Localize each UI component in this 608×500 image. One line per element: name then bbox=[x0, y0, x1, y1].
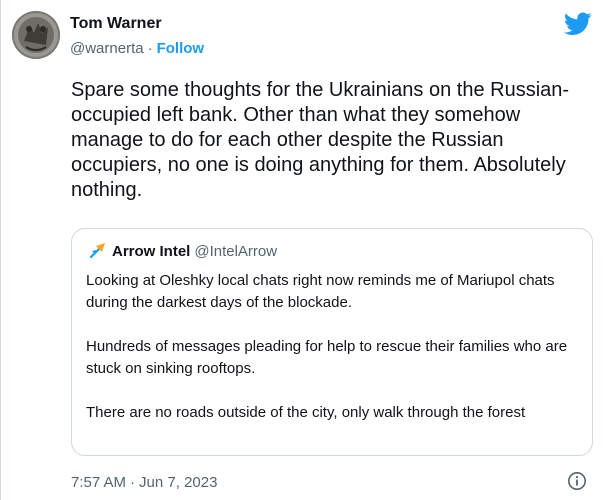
avatar[interactable] bbox=[12, 11, 60, 59]
quoted-author-handle[interactable]: @IntelArrow bbox=[194, 243, 277, 260]
author-handle[interactable]: @warnerta bbox=[70, 40, 144, 57]
follow-button[interactable]: Follow bbox=[157, 40, 205, 57]
quoted-tweet-text: Looking at Oleshky local chats right now… bbox=[86, 270, 576, 424]
left-border bbox=[0, 0, 1, 500]
twitter-bird-icon[interactable] bbox=[564, 12, 592, 36]
quoted-tweet-card[interactable]: Arrow Intel @IntelArrow Looking at Oleshk… bbox=[71, 228, 593, 456]
tweet-date: Jun 7, 2023 bbox=[139, 474, 218, 491]
quoted-paragraph: Hundreds of messages pleading for help t… bbox=[86, 338, 568, 377]
quoted-tweet-header: Arrow Intel @IntelArrow bbox=[90, 242, 277, 260]
handle-row: @warnerta · Follow bbox=[70, 40, 204, 57]
author-name[interactable]: Tom Warner bbox=[70, 15, 162, 33]
timestamp-separator: · bbox=[130, 474, 136, 491]
info-icon[interactable] bbox=[567, 471, 587, 491]
tweet-text: Spare some thoughts for the Ukrainians o… bbox=[71, 79, 570, 201]
tweet-time: 7:57 AM bbox=[71, 474, 127, 491]
quoted-paragraph: There are no roads outside of the city, … bbox=[86, 404, 526, 421]
quoted-paragraph: Looking at Oleshky local chats right now… bbox=[86, 272, 555, 311]
handle-separator: · bbox=[147, 40, 153, 57]
arrow-intel-logo bbox=[90, 243, 105, 258]
tweet-timestamp[interactable]: 7:57 AM · Jun 7, 2023 bbox=[71, 474, 217, 491]
quoted-author-name[interactable]: Arrow Intel bbox=[112, 243, 190, 260]
